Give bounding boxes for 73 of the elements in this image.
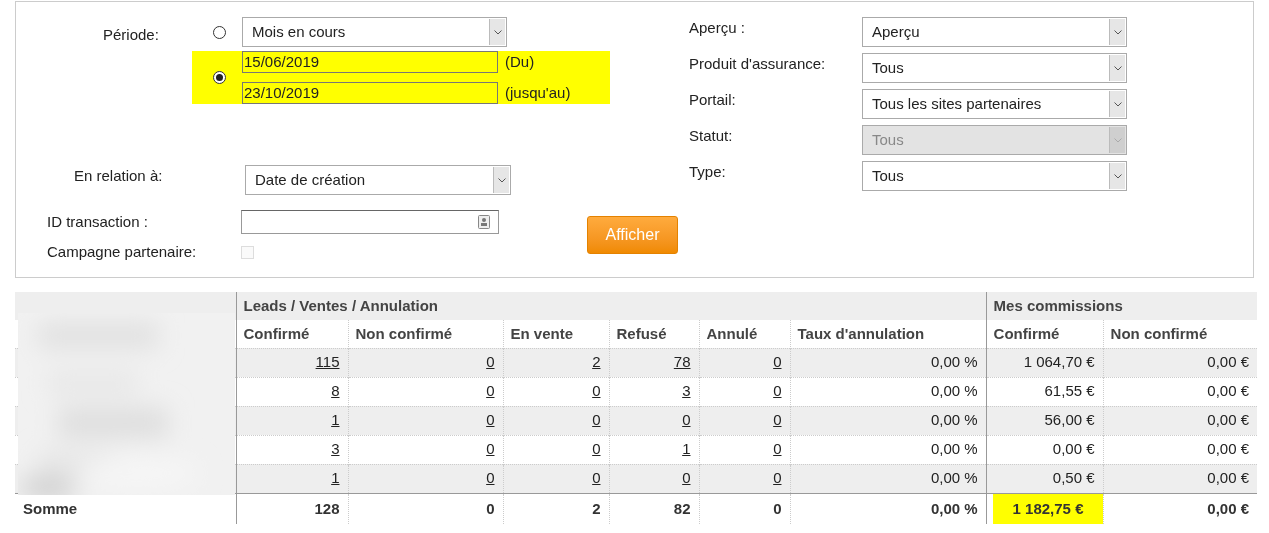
table-cell: 1 064,70 € <box>1023 353 1095 371</box>
total-cell: 128 <box>314 499 340 517</box>
count-link[interactable]: 0 <box>773 469 782 487</box>
date-input[interactable]: 15/06/2019 <box>242 51 498 74</box>
count-link[interactable]: 0 <box>592 411 601 429</box>
radio-button[interactable] <box>213 71 226 84</box>
count-link[interactable]: 0 <box>773 440 782 458</box>
dropdown-select[interactable]: Tous <box>862 53 1127 83</box>
count-link[interactable]: 0 <box>773 382 782 400</box>
table-cell: 0,00 € <box>1207 469 1250 487</box>
field-label: Statut: <box>689 126 734 146</box>
total-cell: 0,00 % <box>930 499 978 517</box>
field-label: Type: <box>689 162 727 182</box>
table-cell: 0,00 % <box>930 382 978 400</box>
count-link[interactable]: 3 <box>331 440 340 458</box>
date-suffix: (jusqu'au) <box>505 82 571 103</box>
table-cell: 0,00 % <box>930 353 978 371</box>
count-link[interactable]: 0 <box>486 382 495 400</box>
count-link[interactable]: 0 <box>773 411 782 429</box>
transaction-input[interactable] <box>241 210 499 234</box>
count-link[interactable]: 115 <box>315 353 340 371</box>
total-cell: 82 <box>673 499 691 517</box>
field-label: Période: <box>103 24 160 45</box>
table-cell: 0,00 % <box>930 411 978 429</box>
total-cell: 2 <box>592 499 601 517</box>
field-label: En relation à: <box>74 166 164 186</box>
dropdown-select[interactable]: Aperçu <box>862 17 1127 47</box>
count-link[interactable]: 78 <box>673 353 691 371</box>
count-link[interactable]: 0 <box>592 469 601 487</box>
date-input[interactable]: 23/10/2019 <box>242 81 498 104</box>
table-cell: 0,00 € <box>1207 353 1250 371</box>
count-link[interactable]: 0 <box>486 411 495 429</box>
count-link[interactable]: 0 <box>773 353 782 371</box>
table-cell: 0,00 € <box>1207 382 1250 400</box>
table-cell: 0,00 € <box>1207 411 1250 429</box>
dropdown-select[interactable]: Mois en cours <box>242 17 507 47</box>
total-label: Somme <box>23 499 78 517</box>
count-link[interactable]: 0 <box>592 382 601 400</box>
count-link[interactable]: 1 <box>331 469 340 487</box>
count-link[interactable]: 1 <box>331 411 340 429</box>
count-link[interactable]: 0 <box>486 353 495 371</box>
count-link[interactable]: 0 <box>682 411 691 429</box>
table-cell: 0,00 € <box>1207 440 1250 458</box>
dropdown-select[interactable]: Tous les sites partenaires <box>862 89 1127 119</box>
count-link[interactable]: 1 <box>682 440 691 458</box>
dropdown-select[interactable]: Date de création <box>245 165 511 195</box>
table-cell: 0,00 % <box>930 469 978 487</box>
total-cell: 1 182,75 € <box>992 493 1104 524</box>
field-label: Portail: <box>689 90 737 110</box>
field-label: Aperçu : <box>689 18 746 38</box>
date-suffix: (Du) <box>505 52 535 72</box>
table-cell: 61,55 € <box>1044 382 1095 400</box>
table-cell: 0,50 € <box>1052 469 1095 487</box>
total-cell: 0 <box>773 499 782 517</box>
count-link[interactable]: 3 <box>682 382 691 400</box>
contact-card-icon <box>478 215 490 229</box>
field-label: Produit d'assurance: <box>689 54 827 74</box>
radio-button[interactable] <box>213 25 226 39</box>
count-link[interactable]: 2 <box>592 353 601 371</box>
count-link[interactable]: 8 <box>331 382 340 400</box>
table-cell: 0,00 % <box>930 440 978 458</box>
count-link[interactable]: 0 <box>682 469 691 487</box>
total-cell: 0,00 € <box>1207 499 1250 517</box>
count-link[interactable]: 0 <box>486 440 495 458</box>
dropdown-select[interactable]: Tous <box>862 161 1127 191</box>
field-label: Campagne partenaire: <box>47 242 198 262</box>
total-cell: 0 <box>486 499 495 517</box>
table-cell: 0,00 € <box>1052 440 1095 458</box>
group-header: Mes commissions <box>986 292 1258 320</box>
field-label: ID transaction : <box>47 211 149 232</box>
count-link[interactable]: 0 <box>486 469 495 487</box>
table-cell: 56,00 € <box>1044 411 1095 429</box>
count-link[interactable]: 0 <box>592 440 601 458</box>
